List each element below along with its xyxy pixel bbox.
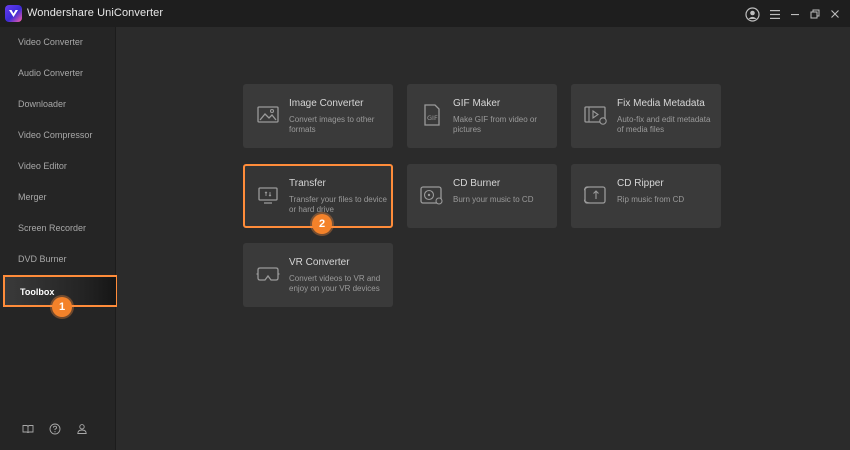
close-icon[interactable] xyxy=(826,5,844,23)
sidebar-item-video-converter[interactable]: Video Converter xyxy=(0,27,116,58)
card-description: Convert videos to VR and enjoy on your V… xyxy=(289,274,381,293)
card-description: Convert images to other formats xyxy=(289,115,375,134)
card-description: Transfer your files to device or hard dr… xyxy=(289,195,387,214)
account-icon[interactable] xyxy=(743,5,761,23)
fix-media-metadata-card[interactable]: Fix Media Metadata Auto-fix and edit met… xyxy=(571,84,721,148)
card-description: Make GIF from video or pictures xyxy=(453,115,538,134)
app-logo-icon xyxy=(5,5,22,22)
sidebar-item-downloader[interactable]: Downloader xyxy=(0,89,116,120)
sidebar-item-dvd-burner[interactable]: DVD Burner xyxy=(0,244,116,275)
user-group-icon[interactable] xyxy=(75,422,89,436)
cd-rip-icon xyxy=(584,183,608,207)
step-marker-2: 2 xyxy=(312,214,332,234)
gif-maker-card[interactable]: GIF GIF Maker Make GIF from video or pic… xyxy=(407,84,557,148)
card-description: Auto-fix and edit metadata of media file… xyxy=(617,115,711,134)
help-icon[interactable] xyxy=(48,422,62,436)
sidebar-item-video-editor[interactable]: Video Editor xyxy=(0,151,116,182)
minimize-icon[interactable] xyxy=(786,5,804,23)
app-title: Wondershare UniConverter xyxy=(27,7,164,19)
card-description: Burn your music to CD xyxy=(453,195,534,204)
title-bar: Wondershare UniConverter xyxy=(0,0,850,27)
sidebar-item-screen-recorder[interactable]: Screen Recorder xyxy=(0,213,116,244)
menu-icon[interactable] xyxy=(766,5,784,23)
restore-icon[interactable] xyxy=(806,5,824,23)
vr-icon xyxy=(256,262,280,286)
card-title: Image Converter xyxy=(289,98,364,109)
card-title: Transfer xyxy=(289,178,326,189)
card-title: Fix Media Metadata xyxy=(617,98,705,109)
sidebar-item-merger[interactable]: Merger xyxy=(0,182,116,213)
card-title: VR Converter xyxy=(289,257,350,268)
sidebar: Video Converter Audio Converter Download… xyxy=(0,27,118,450)
card-description: Rip music from CD xyxy=(617,195,685,204)
book-icon[interactable] xyxy=(21,422,35,436)
step-marker-1: 1 xyxy=(52,297,72,317)
cd-burner-card[interactable]: CD Burner Burn your music to CD xyxy=(407,164,557,228)
gif-icon: GIF xyxy=(420,103,444,127)
svg-text:GIF: GIF xyxy=(427,114,438,122)
sidebar-item-audio-converter[interactable]: Audio Converter xyxy=(0,58,116,89)
cd-ripper-card[interactable]: CD Ripper Rip music from CD xyxy=(571,164,721,228)
card-title: GIF Maker xyxy=(453,98,501,109)
vr-converter-card[interactable]: VR Converter Convert videos to VR and en… xyxy=(243,243,393,307)
toolbox-panel: Image Converter Convert images to other … xyxy=(117,27,850,450)
sidebar-item-video-compressor[interactable]: Video Compressor xyxy=(0,120,116,151)
card-title: CD Burner xyxy=(453,178,501,189)
card-title: CD Ripper xyxy=(617,178,664,189)
cd-burn-icon xyxy=(420,183,444,207)
transfer-icon xyxy=(256,183,280,207)
metadata-icon xyxy=(584,103,608,127)
image-icon xyxy=(256,103,280,127)
image-converter-card[interactable]: Image Converter Convert images to other … xyxy=(243,84,393,148)
